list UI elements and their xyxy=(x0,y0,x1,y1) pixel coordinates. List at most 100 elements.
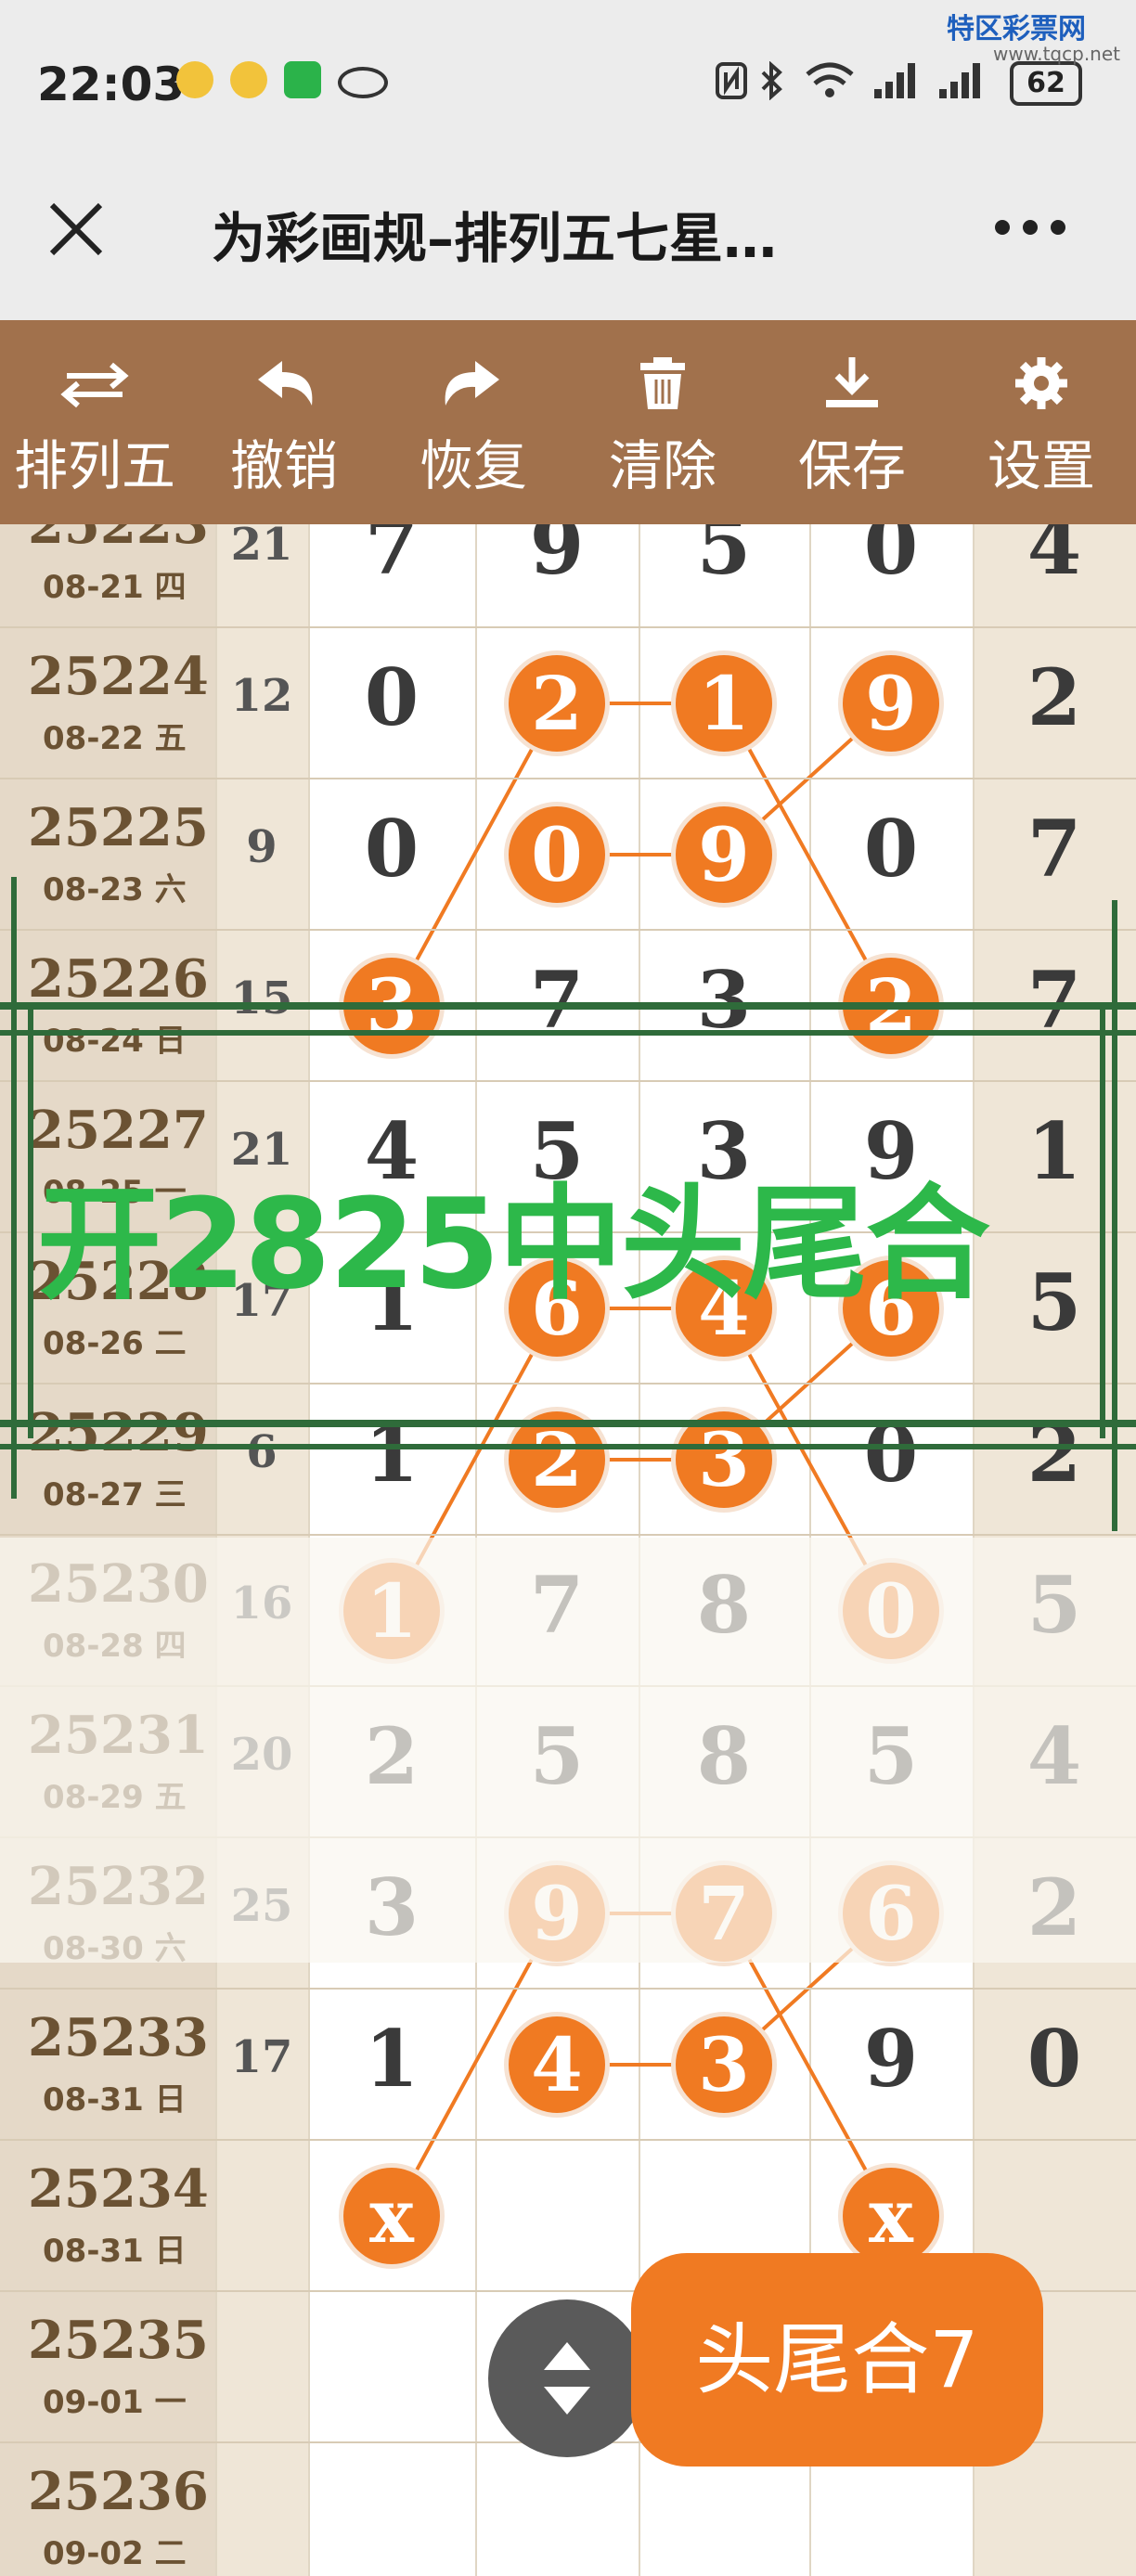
issue-date: 08-26 二 xyxy=(43,1325,187,1362)
toolbar-save[interactable]: 保存 xyxy=(757,320,947,524)
marked-digit-ball[interactable]: 0 xyxy=(509,806,605,903)
frame-line xyxy=(11,877,17,1499)
marked-digit-ball[interactable]: 9 xyxy=(676,806,772,903)
table-row[interactable]: 25229 08-27 三612302 xyxy=(0,1384,1136,1536)
issue-number: 25236 xyxy=(28,2461,209,2522)
table-row[interactable]: 25224 08-22 五 12 0 2 1 9 2 xyxy=(0,627,1136,779)
frame-line xyxy=(0,1444,1136,1449)
toolbar-settings[interactable]: 设置 xyxy=(947,320,1136,524)
frame-line xyxy=(1112,900,1117,1531)
more-icon[interactable] xyxy=(993,218,1067,237)
clock: 22:03 xyxy=(37,58,186,111)
frame-line xyxy=(0,1420,1136,1427)
signal-icon xyxy=(874,63,915,98)
toolbar-switch-game[interactable]: 排列五 xyxy=(0,320,189,524)
gear-icon xyxy=(1015,357,1067,409)
toolbar-label: 撤销 xyxy=(229,434,338,497)
signal-icon xyxy=(939,63,980,98)
toolbar-label: 设置 xyxy=(987,434,1095,497)
toolbar-clear[interactable]: 清除 xyxy=(568,320,757,524)
sum-value: 9 xyxy=(246,821,278,873)
issue-number: 25223 xyxy=(28,524,209,556)
wechat-icon xyxy=(284,61,321,98)
watermark-url: www.tqcp.net xyxy=(993,43,1121,65)
sum-value: 17 xyxy=(230,2031,293,2083)
issue-date: 08-21 四 xyxy=(43,569,187,606)
battery-icon: 62 xyxy=(1010,61,1082,106)
issue-date: 08-23 六 xyxy=(43,871,187,908)
frame-line xyxy=(0,1030,1136,1036)
frame-line xyxy=(1100,1002,1105,1438)
digit-cell[interactable]: 5 xyxy=(673,524,775,592)
marked-digit-ball[interactable]: x xyxy=(843,2168,939,2264)
digit-cell[interactable]: 1 xyxy=(341,2013,443,2105)
toolbar-undo[interactable]: 撤销 xyxy=(189,320,379,524)
scroll-toggle-button[interactable] xyxy=(488,2299,646,2457)
frame-line xyxy=(28,1002,33,1438)
marked-digit-ball[interactable]: 3 xyxy=(676,2016,772,2113)
issue-date: 08-31 日 xyxy=(43,2081,187,2119)
tail-value: 2 xyxy=(1026,651,1082,743)
close-icon[interactable] xyxy=(46,200,106,259)
trash-icon xyxy=(640,357,685,409)
issue-date: 08-27 三 xyxy=(43,1476,187,1513)
issue-date: 08-24 日 xyxy=(43,1023,187,1060)
marked-digit-ball[interactable]: 1 xyxy=(676,655,772,752)
marked-digit-ball[interactable]: x xyxy=(343,2168,440,2264)
digit-cell[interactable]: 9 xyxy=(506,524,608,592)
weibo-icon xyxy=(176,61,213,98)
issue-date: 09-02 二 xyxy=(43,2535,187,2572)
marked-digit-ball[interactable]: 9 xyxy=(843,655,939,752)
table-row[interactable]: 25223 08-21 四 21 7 9 5 0 4 xyxy=(0,524,1136,628)
issue-number: 25225 xyxy=(28,797,209,858)
watermark-brand: 特区彩票网 xyxy=(947,13,1086,45)
tail-value: 4 xyxy=(1026,524,1082,592)
issue-number: 25229 xyxy=(28,1402,209,1463)
undo-icon xyxy=(258,361,313,406)
download-icon xyxy=(826,357,878,407)
digit-cell[interactable]: 0 xyxy=(840,803,942,895)
highlight-band xyxy=(0,1538,1136,1963)
toolbar-redo[interactable]: 恢复 xyxy=(379,320,568,524)
marked-digit-ball[interactable]: 2 xyxy=(509,655,605,752)
issue-number: 25234 xyxy=(28,2158,209,2220)
head-tail-sum-button[interactable]: 头尾合7 xyxy=(631,2253,1043,2467)
issue-number: 25233 xyxy=(28,2007,209,2068)
sum-value: 21 xyxy=(230,524,293,571)
redo-icon xyxy=(445,361,499,406)
issue-date: 09-01 一 xyxy=(43,2384,187,2421)
bluetooth-icon xyxy=(761,61,782,100)
swap-icon xyxy=(60,362,129,408)
eye-icon xyxy=(338,67,388,98)
page-title: 为彩画规–排列五七星… xyxy=(212,207,778,270)
tail-value: 1 xyxy=(1026,1105,1082,1197)
digit-cell[interactable]: 7 xyxy=(341,524,443,592)
issue-number: 25226 xyxy=(28,948,209,1010)
toolbar: 排列五 撤销 恢复 清除 保存 设置 xyxy=(0,320,1136,524)
issue-number: 25224 xyxy=(28,646,209,707)
tail-value: 5 xyxy=(1026,1256,1082,1348)
digit-cell[interactable]: 0 xyxy=(341,651,443,743)
toolbar-label: 恢复 xyxy=(419,434,527,497)
marked-digit-ball[interactable]: 4 xyxy=(509,2016,605,2113)
nfc-icon xyxy=(716,62,747,99)
toolbar-label: 保存 xyxy=(797,434,906,497)
wifi-icon xyxy=(806,62,854,97)
status-bar: 22:03 62 特区彩票网 www.tqcp.net xyxy=(0,0,1136,162)
digit-cell[interactable]: 0 xyxy=(341,803,443,895)
table-row[interactable]: 25225 08-23 六900907 xyxy=(0,779,1136,931)
digit-cell[interactable]: 9 xyxy=(840,2013,942,2105)
sum-value: 6 xyxy=(246,1426,278,1478)
digit-cell[interactable]: 0 xyxy=(840,524,942,592)
issue-date: 08-22 五 xyxy=(43,720,187,757)
weibo-icon xyxy=(230,61,267,98)
sum-value: 12 xyxy=(230,670,293,722)
sum-value: 15 xyxy=(230,972,293,1024)
tail-value: 0 xyxy=(1026,2013,1082,2105)
issue-date: 08-31 日 xyxy=(43,2233,187,2270)
table-row[interactable]: 25233 08-31 日 17 1 4 3 9 0 xyxy=(0,1989,1136,2141)
result-banner: 开2825中头尾合 xyxy=(37,1172,990,1317)
up-down-icon xyxy=(544,2342,590,2415)
toolbar-label: 排列五 xyxy=(13,434,175,497)
tail-value: 7 xyxy=(1026,803,1082,895)
